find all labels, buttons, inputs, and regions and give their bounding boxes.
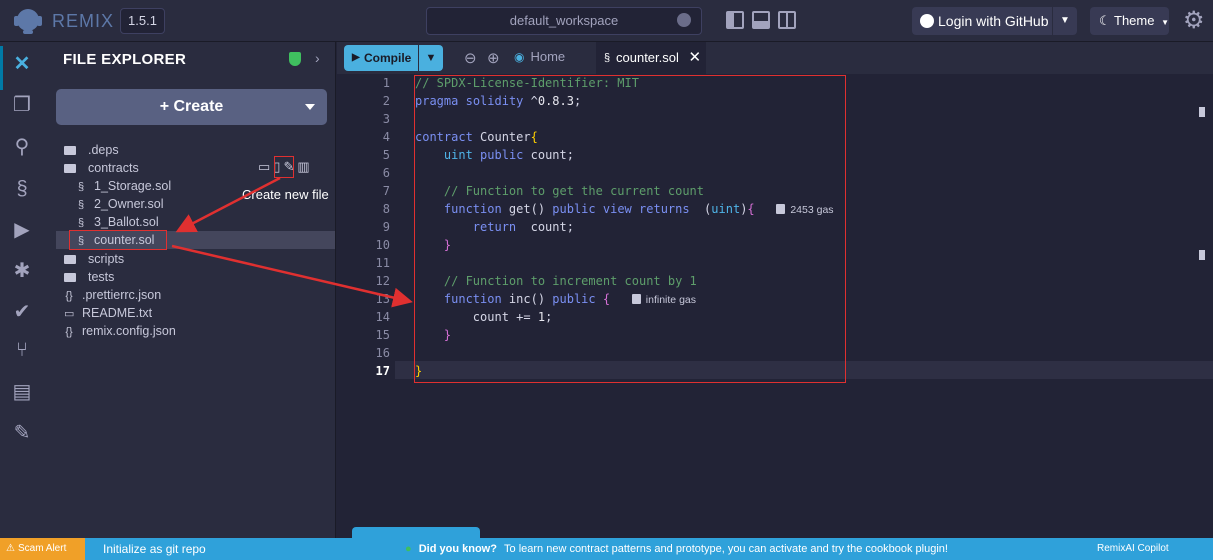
line-number: 17 (375, 364, 390, 378)
compile-dropdown-button[interactable]: ▼ (419, 45, 443, 71)
deploy-run-icon[interactable]: ▶ (10, 218, 34, 242)
copilot-status[interactable]: RemixAI Copilot (enabled) (1097, 538, 1213, 560)
workspace-selector[interactable]: default_workspace (426, 7, 702, 35)
json-file-icon: {} (65, 326, 73, 338)
toggle-right-panel-icon[interactable] (778, 11, 796, 29)
line-number: 13 (375, 292, 390, 306)
play-icon: ▶ (352, 52, 360, 63)
line-number: 7 (382, 184, 390, 198)
line-number: 9 (382, 220, 390, 234)
version-badge: 1.5.1 (120, 8, 165, 34)
scroll-marker (1199, 250, 1205, 260)
lightbulb-icon: ● (405, 543, 412, 555)
theme-button[interactable]: ☾ Theme ▼ (1090, 7, 1169, 35)
login-github-label: Login with GitHub (938, 13, 1049, 29)
solidity-file-icon: § (77, 199, 85, 211)
login-github-button[interactable]: Login with GitHub (912, 7, 1052, 35)
line-number: 2 (382, 94, 390, 108)
scam-alert-button[interactable]: ⚠ Scam Alert (0, 538, 85, 560)
line-number: 10 (375, 238, 390, 252)
tab-counter[interactable]: § counter.sol ✕ (596, 42, 706, 74)
tree-item-prettierrc[interactable]: {} .prettierrc.json (56, 286, 335, 304)
remix-home-icon: ◉ (514, 50, 525, 64)
line-number: 3 (382, 112, 390, 126)
toggle-left-panel-icon[interactable] (726, 11, 744, 29)
tree-item-scripts[interactable]: scripts (56, 250, 335, 268)
testing-icon[interactable]: ✔ (10, 300, 34, 324)
debugger-icon[interactable]: ✱ (10, 259, 34, 283)
file-explorer-icon[interactable]: ❐ (10, 93, 34, 117)
chevron-right-icon[interactable]: › (315, 50, 320, 66)
line-number: 4 (382, 130, 390, 144)
new-folder-icon[interactable]: ▭ (258, 159, 273, 174)
search-icon[interactable]: ⚲ (10, 135, 34, 159)
text-file-icon: ▭ (64, 308, 75, 320)
line-number: 5 (382, 148, 390, 162)
trash-icon[interactable]: ▥ (297, 159, 312, 174)
solidity-file-icon: § (604, 52, 611, 64)
app-name: REMIX (52, 11, 115, 31)
counter-file-highlight (69, 230, 167, 250)
plugin-manager-icon[interactable]: ✎ (10, 421, 34, 445)
git-icon[interactable]: ⑂ (10, 338, 34, 362)
compile-button[interactable]: ▶ Compile (344, 45, 418, 71)
tree-item-remix-config[interactable]: {} remix.config.json (56, 322, 335, 340)
remix-home-icon[interactable]: ✕ (10, 52, 34, 76)
terminal-tab[interactable] (352, 527, 480, 538)
tree-item-tests[interactable]: tests (56, 268, 335, 286)
json-file-icon: {} (65, 290, 73, 302)
remix-logo-icon (14, 9, 42, 34)
code-highlight-box (414, 75, 846, 383)
new-file-highlight (274, 156, 294, 178)
folder-icon (64, 146, 76, 156)
github-icon (920, 14, 934, 28)
shield-icon[interactable] (289, 52, 301, 66)
create-button[interactable]: + Create (56, 89, 327, 125)
login-dropdown-button[interactable]: ▼ (1053, 7, 1077, 35)
compile-label: Compile (364, 51, 412, 65)
folder-icon (64, 255, 76, 265)
line-number: 1 (382, 76, 390, 90)
zoom-out-icon[interactable]: ⊖ (464, 49, 477, 67)
moon-icon: ☾ (1099, 13, 1111, 28)
line-number: 16 (375, 346, 390, 360)
tree-item-ballot[interactable]: § 3_Ballot.sol (56, 213, 335, 231)
theme-label: Theme (1114, 13, 1155, 28)
create-dropdown-icon[interactable] (305, 104, 315, 110)
tooltip: Create new file (242, 187, 329, 202)
tip-area: ● Did you know? To learn new contract pa… (405, 543, 948, 555)
line-number: 12 (375, 274, 390, 288)
scroll-marker (1199, 107, 1205, 117)
close-icon[interactable]: ✕ (689, 49, 702, 66)
folder-icon (64, 273, 76, 283)
solidity-compiler-icon[interactable]: § (10, 177, 34, 201)
line-number: 15 (375, 328, 390, 342)
warning-icon: ⚠ (6, 543, 15, 554)
solidity-file-icon: § (77, 181, 85, 193)
line-number: 14 (375, 310, 390, 324)
folder-open-icon (64, 164, 76, 174)
gear-icon[interactable]: ⚙ (1183, 9, 1205, 33)
git-init-link[interactable]: Initialize as git repo (103, 538, 206, 560)
workspace-dropdown-icon[interactable] (677, 13, 691, 27)
toggle-bottom-panel-icon[interactable] (752, 11, 770, 29)
panel-title: FILE EXPLORER (63, 51, 187, 68)
line-number: 11 (375, 256, 390, 270)
line-number: 6 (382, 166, 390, 180)
zoom-in-icon[interactable]: ⊕ (487, 49, 500, 67)
active-indicator (0, 46, 3, 90)
line-number: 8 (382, 202, 390, 216)
tree-item-readme[interactable]: ▭ README.txt (56, 304, 335, 322)
chevron-down-icon: ▼ (1161, 18, 1170, 27)
learneth-icon[interactable]: ▤ (10, 380, 34, 404)
tab-home[interactable]: ◉ Home (514, 49, 565, 64)
